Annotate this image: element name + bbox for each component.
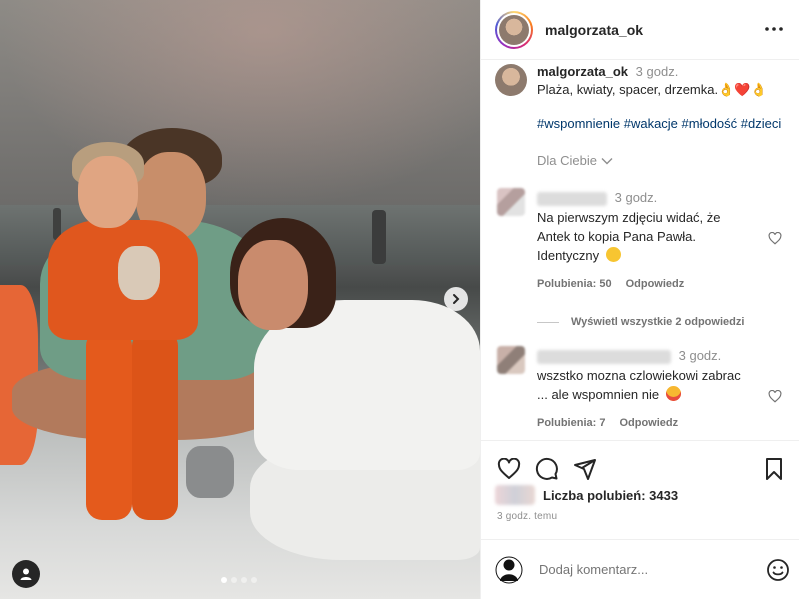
share-button[interactable] <box>573 457 597 481</box>
likes-count[interactable]: Liczba polubień: 3433 <box>495 485 678 505</box>
post-photo <box>0 0 480 599</box>
header-username[interactable]: malgorzata_ok <box>545 22 643 38</box>
photo-child-leg <box>86 330 132 520</box>
photo-sky <box>0 0 480 210</box>
more-options-button[interactable] <box>763 20 785 43</box>
like-button[interactable] <box>497 457 521 480</box>
comment-likes[interactable]: Polubienia: 50 <box>537 275 612 294</box>
post-time: 3 godz. temu <box>497 511 558 522</box>
bookmark-icon <box>766 457 782 480</box>
photo-toy <box>118 246 160 300</box>
photo-shoe <box>186 446 234 498</box>
avatar-image <box>499 14 529 45</box>
likes-text: Liczba polubień: 3433 <box>543 487 679 503</box>
carousel-dots <box>221 577 257 583</box>
comment-item: 3 godz. Na pierwszym zdjęciu widać, że A… <box>495 188 786 294</box>
user-avatar-icon <box>495 556 523 583</box>
photo-child-leg <box>132 330 178 520</box>
carousel-dot <box>251 577 257 583</box>
current-user-avatar <box>493 553 525 586</box>
comment-time: 3 godz. <box>614 190 658 205</box>
comment-text: Na pierwszym zdjęciu widać, że Antek to … <box>537 210 721 263</box>
comment-likes[interactable]: Polubienia: 7 <box>537 414 605 433</box>
heart-icon <box>768 389 782 403</box>
more-horizontal-icon <box>765 27 783 31</box>
smile-icon <box>767 559 789 581</box>
comment-like-button[interactable] <box>768 231 782 250</box>
caption-username[interactable]: malgorzata_ok <box>537 64 628 79</box>
comments-section: malgorzata_ok 3 godz. Plaża, kwiaty, spa… <box>481 61 799 439</box>
for-you-label: Dla Ciebie <box>537 153 597 168</box>
post-caption: malgorzata_ok 3 godz. Plaża, kwiaty, spa… <box>495 61 786 133</box>
view-replies-button[interactable]: Wyświetl wszystkie 2 odpowiedzi <box>537 316 786 328</box>
caption-hashtags[interactable]: #wspomnienie #wakacje #młodość #dzieci <box>537 115 781 133</box>
comment-username[interactable] <box>537 191 607 206</box>
emoji-picker-button[interactable] <box>766 558 790 587</box>
comment-reply-button[interactable]: Odpowiedz <box>619 414 678 433</box>
comment-time: 3 godz. <box>678 348 722 363</box>
heart-icon <box>768 231 782 245</box>
comment-reply-button[interactable]: Odpowiedz <box>626 275 685 294</box>
carousel-dot <box>241 577 247 583</box>
view-replies-label: Wyświetl wszystkie 2 odpowiedzi <box>571 316 745 328</box>
comment-item: 3 godz. wszstko mozna czlowiekowi zabrac… <box>495 346 786 433</box>
photo-woman-face <box>238 240 308 330</box>
comment-like-button[interactable] <box>768 389 782 408</box>
comment-avatar[interactable] <box>497 188 525 216</box>
chevron-right-icon <box>453 294 460 304</box>
comment-text: wszstko mozna czlowiekowi zabrac ... ale… <box>537 368 741 402</box>
carousel-dot <box>221 577 227 583</box>
caption-text: Plaża, kwiaty, spacer, drzemka.👌❤️👌 <box>537 82 767 97</box>
likers-avatars <box>495 485 535 505</box>
comment-button[interactable] <box>535 457 559 481</box>
star-eyes-emoji-icon <box>665 386 681 401</box>
photo-child-face <box>78 156 138 228</box>
save-button[interactable] <box>764 457 784 481</box>
smile-emoji-icon <box>605 247 621 262</box>
post-side-panel: malgorzata_ok malgorzata_ok 3 godz. Plaż… <box>480 0 799 599</box>
tagged-users-button[interactable] <box>12 560 40 588</box>
carousel-dot <box>231 577 237 583</box>
user-icon <box>20 568 32 580</box>
caption-time: 3 godz. <box>635 64 679 79</box>
add-comment-input[interactable] <box>539 562 739 577</box>
chevron-down-icon <box>601 157 613 164</box>
caption-avatar[interactable] <box>495 64 527 96</box>
add-comment-bar <box>481 539 799 599</box>
share-icon <box>574 458 596 480</box>
comment-icon <box>535 457 558 480</box>
photo-distant-figure <box>372 210 386 264</box>
carousel-next-button[interactable] <box>444 287 468 311</box>
avatar[interactable] <box>495 10 533 49</box>
for-you-filter[interactable]: Dla Ciebie <box>537 153 613 168</box>
comment-username[interactable] <box>537 349 671 364</box>
post-header: malgorzata_ok <box>481 0 799 60</box>
comment-avatar[interactable] <box>497 346 525 374</box>
heart-icon <box>497 457 521 479</box>
